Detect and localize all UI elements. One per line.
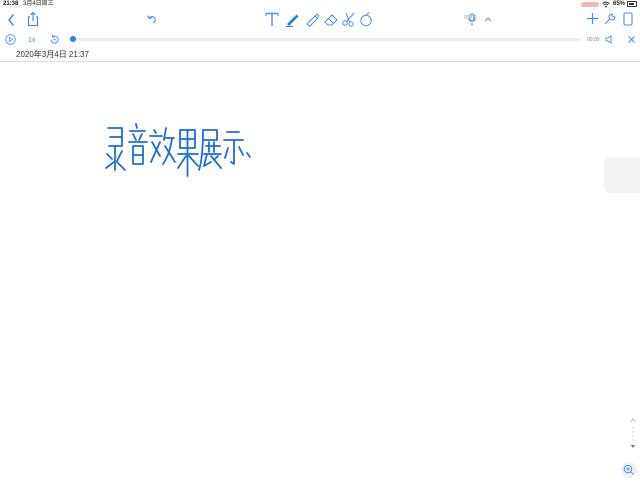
- wifi-icon: [602, 1, 610, 8]
- toolbar: 00:09: [0, 9, 640, 31]
- playback-speed[interactable]: 1x: [28, 37, 35, 44]
- highlighter-tool-icon[interactable]: [304, 11, 320, 27]
- back-icon[interactable]: [6, 13, 16, 27]
- close-icon[interactable]: [627, 35, 636, 44]
- handwriting-ink: [105, 123, 251, 177]
- microphone-icon[interactable]: [467, 13, 477, 27]
- page-scroller[interactable]: [629, 418, 637, 450]
- play-icon[interactable]: [5, 34, 16, 45]
- battery-icon: [627, 1, 637, 7]
- settings-wrench-icon[interactable]: [603, 12, 617, 26]
- zoom-in-icon: [623, 464, 634, 475]
- side-panel-tab[interactable]: [604, 157, 640, 193]
- zoom-button[interactable]: [621, 462, 637, 478]
- pen-tool-icon[interactable]: [284, 11, 300, 27]
- status-date: 3月4日周三: [23, 1, 54, 7]
- text-tool-icon[interactable]: [265, 12, 279, 27]
- page-icon[interactable]: [623, 12, 634, 26]
- audio-progress-track[interactable]: [73, 38, 580, 41]
- audio-progress-knob[interactable]: [70, 36, 76, 42]
- status-time: 21:38: [3, 1, 19, 7]
- note-canvas[interactable]: [0, 62, 640, 480]
- eraser-tool-icon[interactable]: [323, 11, 339, 27]
- battery-percent: 65%: [613, 1, 626, 7]
- note-date: 2020年3月4日 21:37: [16, 50, 89, 59]
- chevron-up-icon[interactable]: [484, 16, 492, 22]
- add-icon[interactable]: [586, 12, 599, 25]
- volume-icon[interactable]: [605, 35, 614, 44]
- audio-duration: 00:09: [587, 37, 600, 43]
- scissors-tool-icon[interactable]: [341, 11, 357, 27]
- page-scroll-arrows-icon: [630, 418, 636, 448]
- replay-icon[interactable]: [49, 34, 60, 45]
- shape-tool-icon[interactable]: [359, 12, 373, 27]
- status-bar: 21:38 3月4日周三 65%: [0, 0, 640, 9]
- share-icon[interactable]: [26, 11, 40, 27]
- status-indicator-pill: [581, 2, 599, 7]
- undo-icon[interactable]: [146, 13, 158, 25]
